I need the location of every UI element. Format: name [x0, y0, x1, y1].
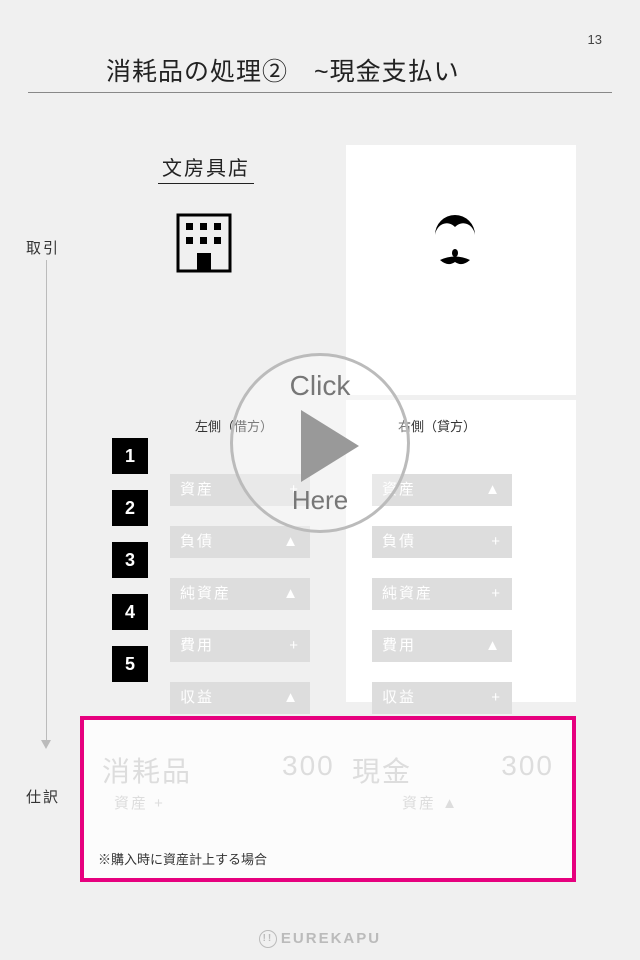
title-rule — [28, 92, 612, 93]
person-face-icon — [420, 205, 490, 275]
debit-cell: 費用 + — [170, 630, 310, 662]
debit-cell: 収益 ▲ — [170, 682, 310, 714]
column-header-left-store: 文房具店 — [158, 152, 254, 184]
journal-entry-box: 消耗品 300 現金 300 資産 + 資産 ▲ ※購入時に資産計上する場合 — [80, 716, 576, 882]
debit-amount: 300 — [282, 750, 335, 782]
cell-symbol: ▲ — [283, 682, 300, 714]
cell-symbol: ▲ — [485, 474, 502, 506]
flow-arrow-line — [46, 260, 47, 740]
cell-label: 費用 — [180, 637, 214, 654]
row-number: 5 — [112, 646, 148, 682]
row-number: 2 — [112, 490, 148, 526]
credit-cell: 純資産 + — [372, 578, 512, 610]
play-icon — [301, 410, 359, 482]
side-label-journal: 仕訳 — [26, 786, 60, 807]
building-icon — [176, 213, 232, 273]
table-row: 3 純資産▲ 純資産+ — [112, 542, 148, 578]
table-row: 4 費用+ 費用▲ — [112, 594, 148, 630]
credit-account: 現金 — [352, 750, 412, 790]
cell-label: 収益 — [382, 689, 416, 706]
cell-label: 負債 — [180, 533, 214, 550]
play-label-top: Click — [233, 370, 407, 402]
credit-cell: 費用 ▲ — [372, 630, 512, 662]
page-title: 消耗品の処理② ~現金支払い — [106, 52, 460, 88]
play-label-bottom: Here — [233, 485, 407, 516]
cell-symbol: ▲ — [283, 578, 300, 610]
side-label-transaction: 取引 — [26, 237, 60, 258]
flow-arrow-head-icon — [41, 740, 51, 749]
brand-mark-icon: !! — [259, 930, 277, 948]
debit-cell: 負債 ▲ — [170, 526, 310, 558]
debit-account: 消耗品 — [102, 750, 192, 790]
page-number: 13 — [588, 32, 602, 47]
cell-label: 資産 — [180, 481, 214, 498]
cell-symbol: ▲ — [485, 630, 502, 662]
debit-cell: 純資産 ▲ — [170, 578, 310, 610]
debit-sub: 資産 + — [114, 792, 165, 813]
cell-symbol: + — [491, 682, 502, 714]
table-row: 2 負債▲ 負債+ — [112, 490, 148, 526]
cell-symbol: + — [491, 578, 502, 610]
row-number: 3 — [112, 542, 148, 578]
table-header-credit: 右側（貸方） — [398, 416, 476, 435]
row-number: 1 — [112, 438, 148, 474]
table-row: 5 収益▲ 収益+ — [112, 646, 148, 682]
credit-cell: 収益 + — [372, 682, 512, 714]
cell-symbol: + — [491, 526, 502, 558]
entry-note: ※購入時に資産計上する場合 — [98, 849, 267, 868]
cell-label: 収益 — [180, 689, 214, 706]
credit-amount: 300 — [501, 750, 554, 782]
play-button[interactable]: Click Here — [230, 353, 410, 533]
cell-label: 純資産 — [382, 585, 433, 602]
credit-sub: 資産 ▲ — [402, 792, 459, 813]
cell-label: 負債 — [382, 533, 416, 550]
row-number: 4 — [112, 594, 148, 630]
cell-label: 費用 — [382, 637, 416, 654]
cell-label: 純資産 — [180, 585, 231, 602]
cell-symbol: ▲ — [283, 526, 300, 558]
brand-footer: !!EUREKAPU — [0, 930, 640, 948]
cell-symbol: + — [289, 630, 300, 662]
credit-cell: 負債 + — [372, 526, 512, 558]
table-row: 1 資産+ 資産▲ — [112, 438, 148, 474]
brand-name: EUREKAPU — [281, 930, 381, 947]
